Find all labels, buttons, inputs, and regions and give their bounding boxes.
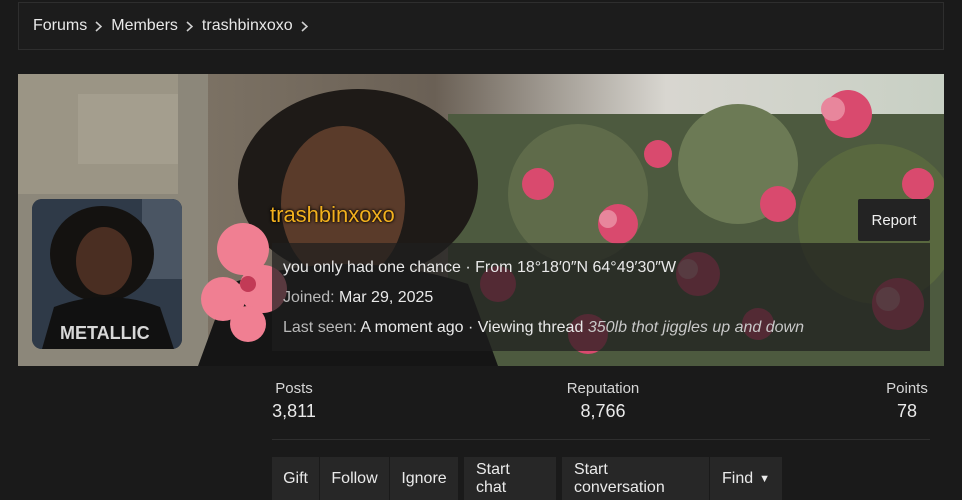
activity-label: Viewing thread <box>477 319 584 336</box>
stat-value: 3,811 <box>272 401 316 421</box>
chevron-right-icon <box>186 20 193 32</box>
find-menu-button[interactable]: Find ▼ <box>710 457 782 500</box>
breadcrumb-item-forums[interactable]: Forums <box>33 17 111 35</box>
profile-username: trashbinxoxo <box>270 202 395 227</box>
stat-posts[interactable]: Posts 3,811 <box>272 380 316 422</box>
svg-text:METALLIC: METALLIC <box>60 323 150 343</box>
breadcrumb-label[interactable]: Members <box>111 17 178 35</box>
location-prefix: From <box>475 259 513 276</box>
stat-value: 8,766 <box>580 401 626 421</box>
report-button[interactable]: Report <box>858 199 930 241</box>
stat-reputation: Reputation 8,766 <box>558 380 648 422</box>
start-chat-button[interactable]: Start chat <box>464 457 556 500</box>
joined-label: Joined: <box>283 289 335 306</box>
joined-date: Mar 29, 2025 <box>339 289 434 306</box>
profile-info-panel: you only had one chance · From 18°18′0″N… <box>272 243 930 351</box>
member-actions-group: Gift Follow Ignore <box>272 457 458 500</box>
stat-label: Points <box>886 380 928 397</box>
profile-stats: Posts 3,811 Reputation 8,766 Points 78 <box>272 380 930 440</box>
breadcrumb-label[interactable]: Forums <box>33 17 87 35</box>
separator: · <box>465 259 471 276</box>
profile-location[interactable]: 18°18′0″N 64°49′30″W <box>517 259 676 276</box>
stat-value: 78 <box>896 401 918 421</box>
gift-button[interactable]: Gift <box>272 457 320 500</box>
chat-actions-group: Start chat <box>464 457 556 500</box>
caret-down-icon: ▼ <box>759 472 771 485</box>
profile-last-seen-line: Last seen: A moment ago · Viewing thread… <box>283 317 919 347</box>
profile-joined-line: Joined: Mar 29, 2025 <box>283 287 919 317</box>
stat-label: Reputation <box>566 380 640 397</box>
conversation-actions-group: Start conversation Find ▼ <box>562 457 782 500</box>
avatar[interactable]: METALLIC <box>32 199 182 349</box>
last-seen-value: A moment ago <box>360 319 464 336</box>
stat-label: Posts <box>275 380 313 397</box>
separator: · <box>468 319 474 336</box>
breadcrumb-label[interactable]: trashbinxoxo <box>202 17 293 35</box>
start-conversation-button[interactable]: Start conversation <box>562 457 710 500</box>
breadcrumb: Forums Members trashbinxoxo <box>18 2 944 50</box>
profile-tagline: you only had one chance <box>283 259 461 276</box>
breadcrumb-item-user[interactable]: trashbinxoxo <box>202 17 317 35</box>
chevron-right-icon <box>95 20 103 32</box>
ignore-button[interactable]: Ignore <box>390 457 458 500</box>
chevron-right-icon <box>301 20 308 32</box>
avatar-image: METALLIC <box>32 199 182 349</box>
profile-tagline-line: you only had one chance · From 18°18′0″N… <box>283 257 919 287</box>
follow-button[interactable]: Follow <box>320 457 390 500</box>
stat-points[interactable]: Points 78 <box>884 380 930 422</box>
find-label: Find <box>722 469 754 487</box>
breadcrumb-item-members[interactable]: Members <box>111 17 202 35</box>
activity-thread-link[interactable]: 350lb thot jiggles up and down <box>588 319 804 336</box>
last-seen-label: Last seen: <box>283 319 357 336</box>
